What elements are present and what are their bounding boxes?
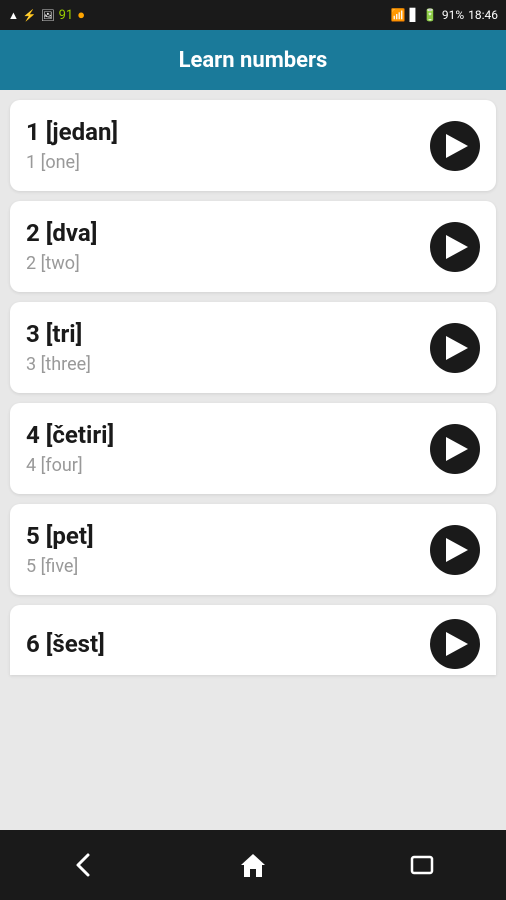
back-icon — [70, 851, 98, 879]
card-secondary-3: 3 [three] — [26, 354, 91, 375]
number-card-1: 1 [jedan] 1 [one] — [10, 100, 496, 191]
wifi-icon: 📶 — [391, 8, 406, 22]
card-primary-1: 1 [jedan] — [26, 118, 118, 146]
play-button-2[interactable] — [430, 222, 480, 272]
number-card-4: 4 [četiri] 4 [four] — [10, 403, 496, 494]
play-button-6[interactable] — [430, 619, 480, 669]
home-icon — [239, 851, 267, 879]
card-secondary-1: 1 [one] — [26, 152, 118, 173]
number-card-3: 3 [tri] 3 [three] — [10, 302, 496, 393]
card-text-6: 6 [šest] — [26, 630, 105, 658]
recents-button[interactable] — [398, 841, 446, 889]
play-button-5[interactable] — [430, 525, 480, 575]
signal-icon: ▋ — [410, 8, 419, 22]
card-primary-3: 3 [tri] — [26, 320, 91, 348]
play-icon-1 — [446, 134, 468, 158]
play-icon-5 — [446, 538, 468, 562]
play-button-4[interactable] — [430, 424, 480, 474]
battery-percent: 91% — [442, 8, 464, 22]
play-icon-2 — [446, 235, 468, 259]
card-primary-4: 4 [četiri] — [26, 421, 114, 449]
card-text-3: 3 [tri] 3 [three] — [26, 320, 91, 375]
bottom-navigation — [0, 830, 506, 900]
circle-icon: ● — [77, 7, 85, 23]
card-secondary-2: 2 [two] — [26, 253, 97, 274]
status-bar: ▲ ⚡ 🖼 91 ● 📶 ▋ 🔋 91% 18:46 — [0, 0, 506, 30]
number-card-6-partial: 6 [šest] — [10, 605, 496, 675]
number-card-2: 2 [dva] 2 [two] — [10, 201, 496, 292]
play-button-3[interactable] — [430, 323, 480, 373]
content-area: 1 [jedan] 1 [one] 2 [dva] 2 [two] 3 [tri… — [0, 90, 506, 830]
status-bar-left: ▲ ⚡ 🖼 91 ● — [8, 7, 85, 23]
card-primary-5: 5 [pet] — [26, 522, 94, 550]
card-text-1: 1 [jedan] 1 [one] — [26, 118, 118, 173]
card-primary-6: 6 [šest] — [26, 630, 105, 658]
play-icon-6 — [446, 632, 468, 656]
home-button[interactable] — [229, 841, 277, 889]
number-card-5: 5 [pet] 5 [five] — [10, 504, 496, 595]
notification-icon: ▲ — [8, 9, 19, 22]
play-icon-3 — [446, 336, 468, 360]
card-text-2: 2 [dva] 2 [two] — [26, 219, 97, 274]
app-header: Learn numbers — [0, 30, 506, 90]
time-display: 18:46 — [468, 8, 498, 22]
card-secondary-5: 5 [five] — [26, 556, 94, 577]
card-text-5: 5 [pet] 5 [five] — [26, 522, 94, 577]
image-icon: 🖼 — [41, 9, 55, 22]
badge-icon: 91 — [59, 8, 74, 23]
play-icon-4 — [446, 437, 468, 461]
card-primary-2: 2 [dva] — [26, 219, 97, 247]
status-bar-right: 📶 ▋ 🔋 91% 18:46 — [391, 8, 498, 22]
usb-icon: ⚡ — [23, 9, 37, 22]
recents-icon — [408, 851, 436, 879]
battery-icon: 🔋 — [423, 8, 438, 22]
card-text-4: 4 [četiri] 4 [four] — [26, 421, 114, 476]
back-button[interactable] — [60, 841, 108, 889]
play-button-1[interactable] — [430, 121, 480, 171]
card-secondary-4: 4 [four] — [26, 455, 114, 476]
page-title: Learn numbers — [179, 48, 328, 73]
